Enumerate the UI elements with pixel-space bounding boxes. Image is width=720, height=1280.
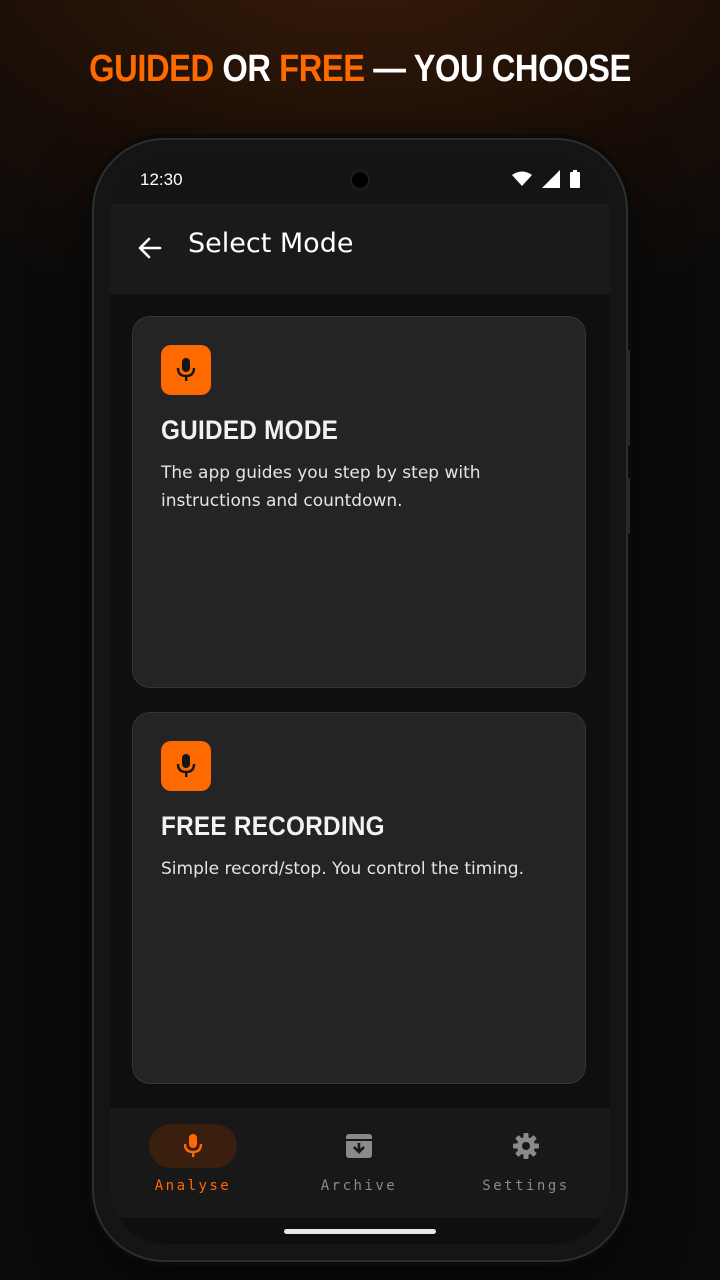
archive-icon	[346, 1134, 372, 1158]
phone-frame: 12:30 Select Mode GUIDED MODE The app gu…	[94, 140, 630, 1260]
front-camera	[350, 170, 370, 190]
guided-mode-card[interactable]: GUIDED MODE The app guides you step by s…	[132, 316, 586, 688]
free-recording-card[interactable]: FREE RECORDING Simple record/stop. You c…	[132, 712, 586, 1084]
microphone-icon	[176, 358, 196, 381]
nav-label-analyse: Analyse	[154, 1178, 232, 1194]
guided-mode-description: The app guides you step by step with ins…	[161, 463, 481, 511]
free-recording-title: FREE RECORDING	[161, 811, 385, 841]
microphone-icon	[176, 754, 196, 777]
headline-guided: GUIDED	[89, 48, 214, 90]
nav-active-indicator	[149, 1124, 237, 1168]
guided-mode-icon-box	[161, 345, 211, 395]
back-arrow-icon[interactable]	[136, 234, 164, 262]
mode-list: GUIDED MODE The app guides you step by s…	[110, 294, 610, 1108]
headline-or: OR	[213, 48, 280, 90]
promo-headline: GUIDED OR FREE — YOU CHOOSE	[50, 48, 669, 91]
headline-free: FREE	[279, 48, 365, 90]
gear-icon	[513, 1133, 539, 1159]
guided-mode-title: GUIDED MODE	[161, 415, 339, 445]
status-time: 12:30	[140, 170, 183, 189]
phone-screen: 12:30 Select Mode GUIDED MODE The app gu…	[110, 156, 610, 1244]
microphone-icon	[183, 1134, 203, 1157]
nav-label-settings: Settings	[482, 1178, 570, 1194]
free-recording-icon-box	[161, 741, 211, 791]
nav-item-analyse[interactable]: Analyse	[110, 1124, 276, 1194]
nav-item-settings[interactable]: Settings	[443, 1124, 609, 1194]
battery-icon	[570, 170, 580, 188]
wifi-icon	[512, 171, 532, 186]
volume-button	[626, 350, 630, 446]
nav-item-archive[interactable]: Archive	[276, 1124, 442, 1194]
status-bar: 12:30	[110, 156, 610, 204]
nav-label-archive: Archive	[320, 1178, 398, 1194]
top-app-bar: Select Mode	[110, 204, 610, 294]
headline-you-choose: — YOU CHOOSE	[364, 48, 631, 90]
signal-icon	[542, 170, 560, 188]
bottom-navigation: Analyse Archive Settings	[110, 1108, 610, 1218]
home-indicator[interactable]	[284, 1229, 436, 1234]
page-title: Select Mode	[188, 228, 354, 259]
free-recording-description: Simple record/stop. You control the timi…	[161, 859, 524, 879]
power-button	[626, 478, 630, 534]
